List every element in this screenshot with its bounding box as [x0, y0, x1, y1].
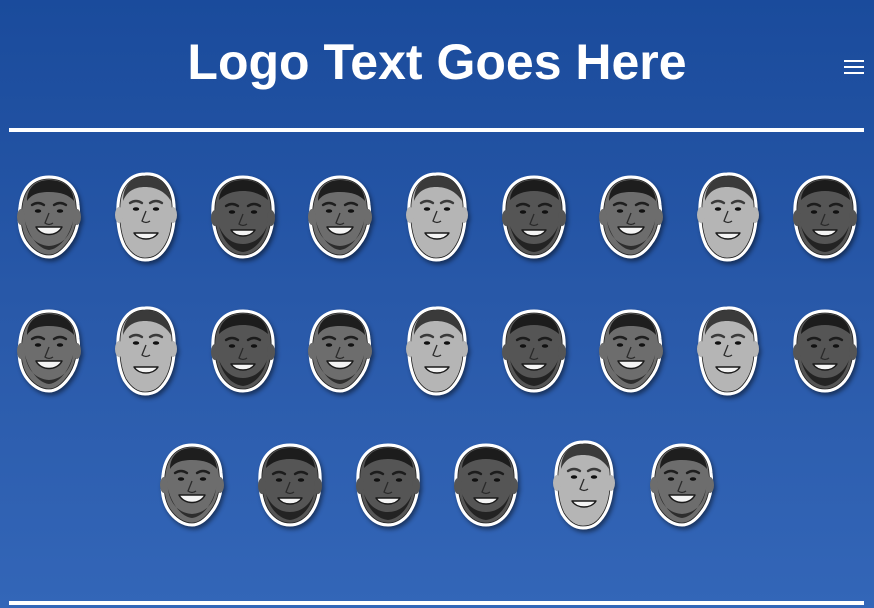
header: Logo Text Goes Here	[0, 0, 874, 128]
face-drake-icon	[307, 309, 372, 393]
face-lebron-icon	[210, 175, 275, 259]
face-lebron-icon	[502, 309, 567, 393]
face-lebron[interactable]	[437, 418, 535, 552]
face-drake-icon	[599, 175, 664, 259]
face-drake-icon	[16, 175, 81, 259]
face-drake-icon	[307, 175, 372, 259]
face-row	[0, 150, 874, 284]
face-jeff[interactable]	[97, 284, 194, 418]
face-drake[interactable]	[583, 284, 680, 418]
face-lebron[interactable]	[339, 418, 437, 552]
face-drake-icon	[650, 443, 714, 527]
face-drake[interactable]	[0, 150, 97, 284]
face-drake-icon	[16, 309, 81, 393]
face-lebron-icon	[356, 443, 420, 527]
face-drake[interactable]	[291, 284, 388, 418]
face-jeff[interactable]	[680, 284, 777, 418]
face-lebron[interactable]	[486, 150, 583, 284]
face-jeff[interactable]	[97, 150, 194, 284]
face-drake-icon	[599, 309, 664, 393]
face-jeff[interactable]	[680, 150, 777, 284]
face-drake[interactable]	[633, 418, 731, 552]
face-drake-icon	[160, 443, 224, 527]
face-jeff-icon	[405, 172, 468, 262]
top-divider	[9, 128, 864, 132]
hamburger-menu-icon[interactable]	[844, 57, 864, 75]
face-grid	[0, 150, 874, 552]
face-lebron[interactable]	[194, 150, 291, 284]
face-lebron[interactable]	[241, 418, 339, 552]
face-drake[interactable]	[143, 418, 241, 552]
face-jeff[interactable]	[388, 284, 485, 418]
face-drake[interactable]	[0, 284, 97, 418]
face-row	[0, 418, 874, 552]
face-jeff-icon	[114, 306, 177, 396]
bottom-divider	[9, 601, 864, 605]
face-lebron-icon	[258, 443, 322, 527]
face-lebron-icon	[502, 175, 567, 259]
face-jeff-icon	[405, 306, 468, 396]
face-jeff[interactable]	[388, 150, 485, 284]
face-lebron[interactable]	[777, 284, 874, 418]
face-jeff-icon	[553, 440, 615, 530]
face-lebron[interactable]	[486, 284, 583, 418]
face-lebron-icon	[210, 309, 275, 393]
face-jeff-icon	[697, 306, 760, 396]
face-jeff-icon	[697, 172, 760, 262]
face-lebron-icon	[793, 309, 858, 393]
face-drake[interactable]	[583, 150, 680, 284]
logo-title[interactable]: Logo Text Goes Here	[0, 32, 874, 92]
face-lebron-icon	[454, 443, 518, 527]
face-jeff[interactable]	[535, 418, 633, 552]
face-drake[interactable]	[291, 150, 388, 284]
face-lebron[interactable]	[194, 284, 291, 418]
face-row	[0, 284, 874, 418]
face-lebron-icon	[793, 175, 858, 259]
face-lebron[interactable]	[777, 150, 874, 284]
face-jeff-icon	[114, 172, 177, 262]
